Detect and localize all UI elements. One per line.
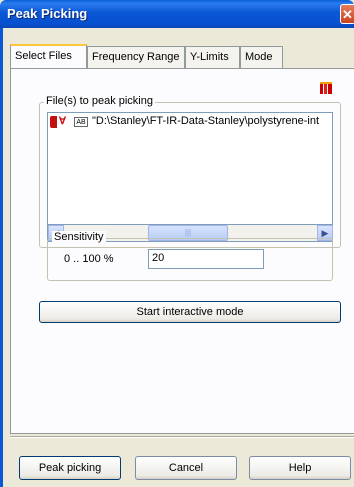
file-list[interactable]: Ɐ AB "D:\Stanley\FT-IR-Data-Stanley\poly… [47,112,333,225]
tab-mode[interactable]: Mode [240,46,283,68]
start-interactive-mode-button[interactable]: Start interactive mode [39,301,341,323]
acrobat-icon: Ɐ [59,116,66,127]
window-title: Peak Picking [7,6,88,21]
title-bar: Peak Picking ✕ [0,0,354,28]
file-path-text: "D:\Stanley\FT-IR-Data-Stanley\polystyre… [92,115,320,127]
help-button[interactable]: Help [249,456,351,480]
tab-select-files[interactable]: Select Files [10,44,87,68]
chart-icon[interactable] [320,82,332,94]
sensitivity-range-label: 0 .. 100 % [64,253,114,265]
cancel-button[interactable]: Cancel [135,456,237,480]
window-frame [0,28,3,487]
tab-y-limits[interactable]: Y-Limits [185,46,240,68]
sensitivity-label: Sensitivity [52,231,106,243]
bottom-separator [10,436,354,438]
close-icon[interactable]: ✕ [340,4,354,24]
sensitivity-input[interactable]: 20 [148,249,264,269]
book-icon [50,116,57,128]
files-group-label: File(s) to peak picking [44,95,155,107]
tab-frequency-range[interactable]: Frequency Range [87,46,185,68]
ab-badge: AB [74,117,88,127]
peak-picking-button[interactable]: Peak picking [19,456,121,480]
